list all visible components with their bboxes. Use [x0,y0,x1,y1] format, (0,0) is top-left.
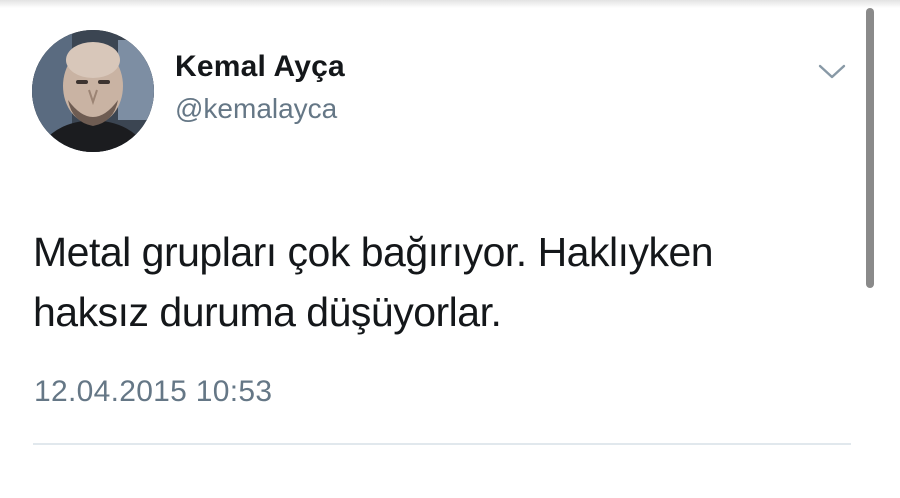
more-options-button[interactable] [814,58,850,86]
vertical-scrollbar[interactable] [866,8,874,288]
tweet-text-line: haksız duruma düşüyorlar. [33,289,502,335]
tweet-timestamp[interactable]: 12.04.2015 10:53 [34,375,272,409]
tweet-text: Metal grupları çok bağırıyor. Haklıyken … [33,222,853,342]
avatar-photo [32,30,154,152]
bottom-divider [33,443,851,445]
tweet-text-line: Metal grupları çok bağırıyor. Haklıyken [33,229,714,275]
user-handle[interactable]: @kemalayca [175,93,337,125]
chevron-down-icon [818,64,846,79]
display-name[interactable]: Kemal Ayça [175,50,345,84]
tweet-card: Kemal Ayça @kemalayca Metal grupları çok… [0,0,900,498]
avatar[interactable] [32,30,154,152]
